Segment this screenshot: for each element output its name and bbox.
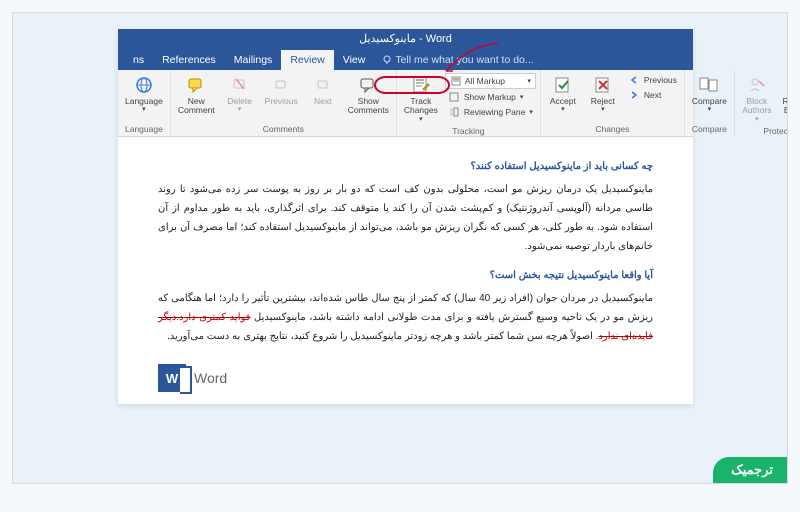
globe-icon [134,75,154,95]
paragraph-1: ماینوکسیدیل یک درمان ریزش مو است، محلولی… [158,180,653,256]
tell-me-search[interactable]: Tell me what you want to do... [374,50,541,70]
reject-icon [593,75,613,95]
track-changes-button[interactable]: Track Changes▾ [401,73,441,125]
word-logo: W Word [118,364,693,404]
delete-icon [230,75,250,95]
compare-button[interactable]: Compare▾ [689,73,730,123]
next-comment-button[interactable]: Next [305,73,341,123]
title-bar: ماینوکسیدیل - Word [118,29,693,48]
restrict-editing-icon [787,75,788,95]
previous-icon [271,75,291,95]
tab-ns[interactable]: ns [124,50,153,70]
document-body[interactable]: چه کسانی باید از ماینوکسیدیل استفاده کنن… [118,137,693,364]
show-markup-icon [448,91,460,103]
restrict-editing-button[interactable]: Restrict Editing [779,73,788,125]
markup-icon [450,75,462,87]
previous-change-button[interactable]: Previous [625,73,680,87]
group-compare: Compare▾ Compare [685,70,735,136]
word-window: ماینوکسیدیل - Word ns References Mailing… [118,29,693,404]
block-authors-button[interactable]: Block Authors▾ [739,73,775,125]
block-authors-icon [747,75,767,95]
delete-comment-button[interactable]: Delete▾ [222,73,258,123]
ribbon: Language▾ Language New Comment Delete▾ [118,70,693,137]
next-change-icon [628,89,640,101]
window-title: ماینوکسیدیل - Word [359,33,452,45]
show-comments-icon [358,75,378,95]
group-tracking: Track Changes▾ All Markup ▾ Show Markup … [397,70,541,136]
show-markup-dropdown[interactable]: Show Markup ▾ [445,90,536,104]
show-comments-button[interactable]: Show Comments [345,73,392,123]
next-change-button[interactable]: Next [625,88,680,102]
track-changes-icon [411,75,431,95]
group-language: Language▾ Language [118,70,171,136]
previous-change-icon [628,74,640,86]
group-comments: New Comment Delete▾ Previous Next [171,70,397,136]
tab-mailings[interactable]: Mailings [225,50,282,70]
language-button[interactable]: Language▾ [122,73,166,123]
reviewing-pane-dropdown[interactable]: Reviewing Pane ▾ [445,105,536,119]
previous-comment-button[interactable]: Previous [262,73,301,123]
ribbon-tabs: ns References Mailings Review View Tell … [118,48,693,70]
next-icon [313,75,333,95]
new-comment-icon [186,75,206,95]
display-for-review-dropdown[interactable]: All Markup ▾ [445,73,536,89]
tab-view[interactable]: View [334,50,375,70]
accept-icon [553,75,573,95]
word-badge-icon: W [158,364,186,392]
heading-1: چه کسانی باید از ماینوکسیدیل استفاده کنن… [158,157,653,176]
group-changes: Accept▾ Reject▾ Previous Next [541,70,685,136]
word-label: Word [194,370,227,386]
chevron-down-icon: ▾ [142,106,146,114]
brand-badge: ترجمیک [713,457,787,483]
chevron-down-icon: ▾ [527,77,531,85]
tab-references[interactable]: References [153,50,225,70]
tab-review[interactable]: Review [281,50,333,70]
heading-2: آیا واقعا ماینوکسیدیل نتیجه بخش است؟ [158,266,653,285]
compare-icon [699,75,719,95]
group-protect: Block Authors▾ Restrict Editing Protect [735,70,788,136]
reviewing-pane-icon [448,106,460,118]
accept-button[interactable]: Accept▾ [545,73,581,123]
lightbulb-icon [382,55,392,65]
new-comment-button[interactable]: New Comment [175,73,218,123]
paragraph-2: ماینوکسیدیل در مردان جوان (افراد زیر 40 … [158,289,653,346]
reject-button[interactable]: Reject▾ [585,73,621,123]
